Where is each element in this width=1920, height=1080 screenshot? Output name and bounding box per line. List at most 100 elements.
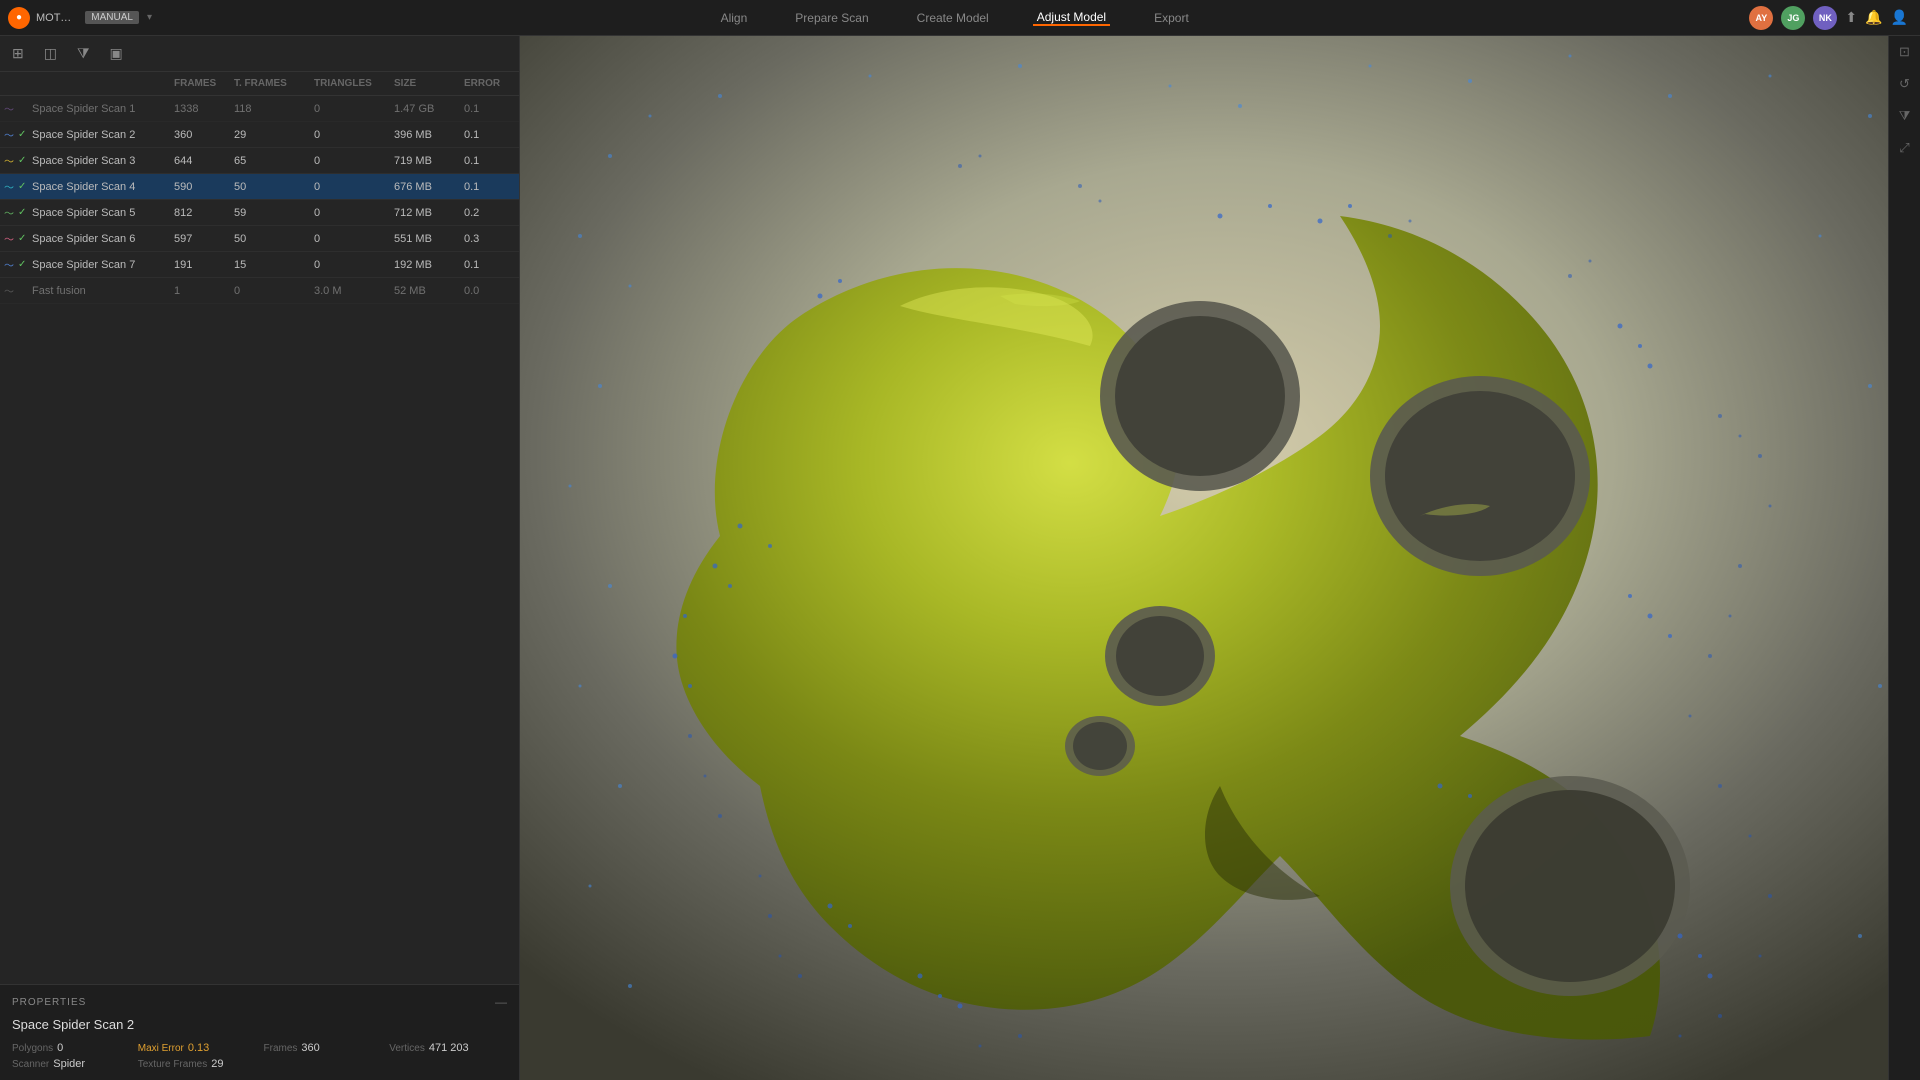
error-cell: 0.1 [460, 179, 519, 195]
size-cell: 719 MB [390, 153, 460, 169]
mesh-background [520, 36, 1920, 1080]
col-name [0, 76, 170, 91]
scan-name-cell: 〜 Space Spider Scan 1 [0, 99, 170, 118]
col-t-frames: T. FRAMES [230, 76, 310, 91]
scanner-label: Scanner [12, 1059, 49, 1070]
scan-name-cell: 〜 Fast fusion [0, 281, 170, 300]
frames-cell: 812 [170, 205, 230, 221]
polygons-prop: Polygons 0 [12, 1042, 130, 1054]
viewport[interactable] [520, 36, 1920, 1080]
right-icons: AY JG NK ⬆ 🔔 👤 [1749, 6, 1920, 30]
table-row[interactable]: 〜 ✓ Space Spider Scan 6 597 50 0 551 MB … [0, 226, 519, 252]
frames-cell: 1 [170, 283, 230, 299]
frames-cell: 644 [170, 153, 230, 169]
triangles-cell: 0 [310, 101, 390, 117]
table-row[interactable]: 〜 ✓ Space Spider Scan 4 590 50 0 676 MB … [0, 174, 519, 200]
app-logo: ● [8, 7, 30, 29]
frames-cell: 590 [170, 179, 230, 195]
minimize-button[interactable]: — [495, 995, 507, 1009]
maxi-error-prop: Maxi Error 0.13 [138, 1042, 256, 1054]
notifications-icon[interactable]: 🔔 [1865, 9, 1882, 26]
maxi-error-label: Maxi Error [138, 1043, 184, 1054]
triangles-cell: 0 [310, 231, 390, 247]
table-row[interactable]: 〜 ✓ Space Spider Scan 2 360 29 0 396 MB … [0, 122, 519, 148]
t-frames-cell: 15 [230, 257, 310, 273]
error-cell: 0.0 [460, 283, 519, 299]
nav-align[interactable]: Align [717, 11, 752, 25]
filter-icon[interactable]: ⧩ [73, 41, 94, 66]
t-frames-cell: 65 [230, 153, 310, 169]
texture-frames-label: Texture Frames [138, 1059, 207, 1070]
logo-symbol: ● [16, 12, 22, 23]
wave-icon: 〜 [4, 257, 14, 272]
col-frames: FRAMES [170, 76, 230, 91]
wave-icon: 〜 [4, 127, 14, 142]
error-cell: 0.1 [460, 127, 519, 143]
layers-icon[interactable]: ◫ [40, 41, 61, 66]
vertices-label: Vertices [389, 1043, 425, 1054]
t-frames-cell: 0 [230, 283, 310, 299]
scan-name-cell: 〜 ✓ Space Spider Scan 7 [0, 255, 170, 274]
wave-icon: 〜 [4, 283, 14, 298]
scan-name-cell: 〜 ✓ Space Spider Scan 3 [0, 151, 170, 170]
user-icon[interactable]: 👤 [1891, 9, 1908, 26]
scan-name-cell: 〜 ✓ Space Spider Scan 2 [0, 125, 170, 144]
frames-label: Frames [264, 1043, 298, 1054]
scan-name: Fast fusion [32, 285, 86, 297]
filter-right-icon[interactable]: ⧩ [1899, 108, 1911, 124]
size-cell: 52 MB [390, 283, 460, 299]
scan-name: Space Spider Scan 5 [32, 207, 135, 219]
frames-cell: 597 [170, 231, 230, 247]
scan-toolbar: ⊞ ◫ ⧩ ▣ [0, 36, 519, 72]
prop-grid: Polygons 0 Maxi Error 0.13 Frames 360 Ve… [12, 1042, 507, 1070]
scan-name: Space Spider Scan 3 [32, 155, 135, 167]
nav-prepare-scan[interactable]: Prepare Scan [791, 11, 872, 25]
panel-icon[interactable]: ▣ [105, 41, 126, 66]
scan-name: Space Spider Scan 7 [32, 259, 135, 271]
col-size: SIZE [390, 76, 460, 91]
table-row[interactable]: 〜 ✓ Space Spider Scan 3 644 65 0 719 MB … [0, 148, 519, 174]
size-cell: 192 MB [390, 257, 460, 273]
table-row[interactable]: 〜 ✓ Space Spider Scan 7 191 15 0 192 MB … [0, 252, 519, 278]
grid-icon[interactable]: ⊞ [8, 41, 28, 66]
logo-area: ● MOTORCYCLE UPPER ... MANUAL ▾ [0, 7, 160, 29]
table-row[interactable]: 〜 Space Spider Scan 1 1338 118 0 1.47 GB… [0, 96, 519, 122]
main-nav: Align Prepare Scan Create Model Adjust M… [160, 10, 1749, 26]
left-panel: ⊞ ◫ ⧩ ▣ FRAMES T. FRAMES TRIANGLES SIZE … [0, 36, 520, 1080]
scan-name: Space Spider Scan 2 [32, 129, 135, 141]
share-icon[interactable]: ⬆ [1845, 9, 1857, 26]
avatar-jg: JG [1781, 6, 1805, 30]
triangles-cell: 0 [310, 257, 390, 273]
table-row[interactable]: 〜 Fast fusion 1 0 3.0 M 52 MB 0.0 Unknow… [0, 278, 519, 304]
scan-name-cell: 〜 ✓ Space Spider Scan 6 [0, 229, 170, 248]
wave-icon: 〜 [4, 231, 14, 246]
t-frames-cell: 29 [230, 127, 310, 143]
scan-list: FRAMES T. FRAMES TRIANGLES SIZE ERROR SC… [0, 72, 519, 984]
error-cell: 0.3 [460, 231, 519, 247]
scan-name-cell: 〜 ✓ Space Spider Scan 5 [0, 203, 170, 222]
mode-dropdown-icon[interactable]: ▾ [147, 12, 152, 23]
maxi-error-value: 0.13 [188, 1042, 209, 1054]
table-row[interactable]: 〜 ✓ Space Spider Scan 5 812 59 0 712 MB … [0, 200, 519, 226]
avatar-nk: NK [1813, 6, 1837, 30]
triangles-cell: 0 [310, 179, 390, 195]
scanner-value: Spider [53, 1058, 85, 1070]
t-frames-cell: 118 [230, 101, 310, 117]
reset-view-icon[interactable]: ↺ [1899, 76, 1910, 92]
size-cell: 551 MB [390, 231, 460, 247]
topbar: ● MOTORCYCLE UPPER ... MANUAL ▾ Align Pr… [0, 0, 1920, 36]
nav-export[interactable]: Export [1150, 11, 1193, 25]
t-frames-cell: 50 [230, 231, 310, 247]
scan-name: Space Spider Scan 6 [32, 233, 135, 245]
layers-right-icon[interactable]: ⊡ [1899, 44, 1910, 60]
t-frames-cell: 50 [230, 179, 310, 195]
triangles-cell: 0 [310, 127, 390, 143]
texture-frames-prop: Texture Frames 29 [138, 1058, 256, 1070]
wave-icon: 〜 [4, 205, 14, 220]
nav-adjust-model[interactable]: Adjust Model [1033, 10, 1110, 26]
expand-icon[interactable]: ⤢ [1899, 140, 1909, 156]
scan-rows-container: 〜 Space Spider Scan 1 1338 118 0 1.47 GB… [0, 96, 519, 304]
frames-prop: Frames 360 [264, 1042, 382, 1054]
frames-cell: 191 [170, 257, 230, 273]
nav-create-model[interactable]: Create Model [913, 11, 993, 25]
